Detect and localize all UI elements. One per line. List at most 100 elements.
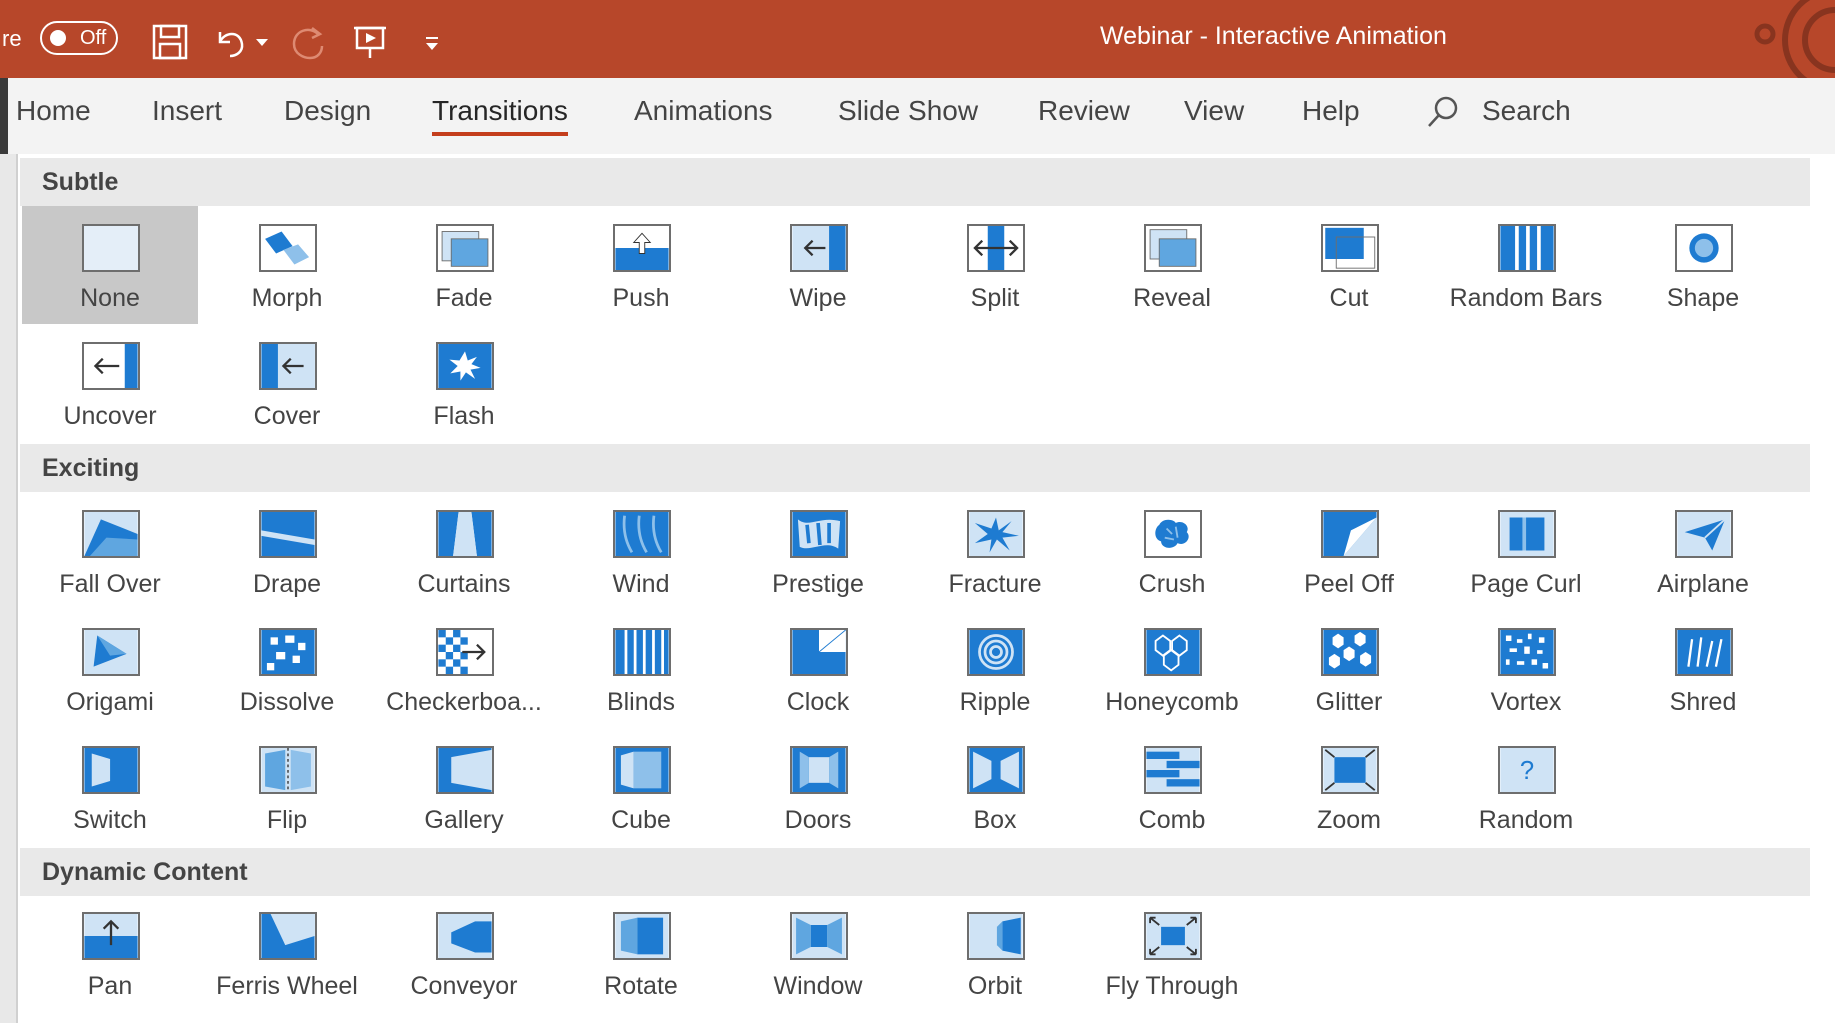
- autosave-toggle[interactable]: Off: [40, 21, 118, 55]
- vortex-icon: [1498, 628, 1556, 676]
- tab-home[interactable]: Home: [16, 78, 91, 154]
- transition-fracture[interactable]: Fracture: [907, 492, 1083, 610]
- transition-gallery[interactable]: Gallery: [376, 728, 552, 846]
- transition-conveyor[interactable]: Conveyor: [376, 894, 552, 1012]
- undo-dropdown-icon[interactable]: [252, 22, 272, 62]
- transition-fall-over[interactable]: Fall Over: [22, 492, 198, 610]
- transition-comb[interactable]: Comb: [1084, 728, 1260, 846]
- transition-switch[interactable]: Switch: [22, 728, 198, 846]
- transition-box[interactable]: Box: [907, 728, 1083, 846]
- shred-icon: [1675, 628, 1733, 676]
- cube-icon: [613, 746, 671, 794]
- transition-split[interactable]: Split: [907, 206, 1083, 324]
- wipe-icon: [790, 224, 848, 272]
- blinds-icon: [613, 628, 671, 676]
- transition-ferris-wheel[interactable]: Ferris Wheel: [199, 894, 375, 1012]
- transition-crush[interactable]: Crush: [1084, 492, 1260, 610]
- tab-insert[interactable]: Insert: [152, 78, 222, 154]
- rotate-icon: [613, 912, 671, 960]
- transition-blinds[interactable]: Blinds: [553, 610, 729, 728]
- tab-design[interactable]: Design: [284, 78, 371, 154]
- transition-page-curl[interactable]: Page Curl: [1438, 492, 1614, 610]
- transition-vortex[interactable]: Vortex: [1438, 610, 1614, 728]
- title-bar-decoration: [1754, 0, 1835, 78]
- transition-fade[interactable]: Fade: [376, 206, 552, 324]
- pan-icon: [82, 912, 140, 960]
- transition-none[interactable]: None: [22, 206, 198, 324]
- transition-shred[interactable]: Shred: [1615, 610, 1791, 728]
- cover-icon: [259, 342, 317, 390]
- transition-zoom[interactable]: Zoom: [1261, 728, 1437, 846]
- transition-flash[interactable]: Flash: [376, 324, 552, 442]
- origami-icon: [82, 628, 140, 676]
- undo-icon[interactable]: [210, 22, 250, 62]
- search-icon[interactable]: [1424, 92, 1460, 132]
- shape-icon: [1675, 224, 1733, 272]
- present-from-beginning-icon[interactable]: [350, 22, 390, 62]
- transition-window[interactable]: Window: [730, 894, 906, 1012]
- search-box[interactable]: Search: [1482, 78, 1571, 154]
- transition-drape[interactable]: Drape: [199, 492, 375, 610]
- save-icon[interactable]: [150, 22, 190, 62]
- transition-glitter[interactable]: Glitter: [1261, 610, 1437, 728]
- transition-random[interactable]: ? Random: [1438, 728, 1614, 846]
- glitter-icon: [1321, 628, 1379, 676]
- transition-reveal[interactable]: Reveal: [1084, 206, 1260, 324]
- push-icon: [613, 224, 671, 272]
- transition-rotate[interactable]: Rotate: [553, 894, 729, 1012]
- cut-icon: [1321, 224, 1379, 272]
- transition-cube[interactable]: Cube: [553, 728, 729, 846]
- toggle-knob: [50, 30, 66, 46]
- redo-icon[interactable]: [288, 22, 328, 62]
- transition-cover[interactable]: Cover: [199, 324, 375, 442]
- transition-fly-through[interactable]: Fly Through: [1084, 894, 1260, 1012]
- transition-honeycomb[interactable]: Honeycomb: [1084, 610, 1260, 728]
- transition-origami[interactable]: Origami: [22, 610, 198, 728]
- prestige-icon: [790, 510, 848, 558]
- doors-icon: [790, 746, 848, 794]
- transition-morph[interactable]: Morph: [199, 206, 375, 324]
- crush-icon: [1144, 510, 1202, 558]
- section-header-dynamic-content: Dynamic Content: [20, 848, 1810, 896]
- window-title: Webinar - Interactive Animation: [1100, 22, 1447, 50]
- transition-prestige[interactable]: Prestige: [730, 492, 906, 610]
- reveal-icon: [1144, 224, 1202, 272]
- transition-curtains[interactable]: Curtains: [376, 492, 552, 610]
- transition-random-bars[interactable]: Random Bars: [1438, 206, 1614, 324]
- transition-clock[interactable]: Clock: [730, 610, 906, 728]
- tab-review[interactable]: Review: [1038, 78, 1130, 154]
- transition-doors[interactable]: Doors: [730, 728, 906, 846]
- transition-dissolve[interactable]: Dissolve: [199, 610, 375, 728]
- tab-view[interactable]: View: [1184, 78, 1244, 154]
- transition-uncover[interactable]: Uncover: [22, 324, 198, 442]
- tab-slide-show[interactable]: Slide Show: [838, 78, 978, 154]
- customize-qat-icon[interactable]: [420, 22, 444, 62]
- split-icon: [967, 224, 1025, 272]
- transition-peel-off[interactable]: Peel Off: [1261, 492, 1437, 610]
- transition-wipe[interactable]: Wipe: [730, 206, 906, 324]
- tab-help[interactable]: Help: [1302, 78, 1360, 154]
- transition-wind[interactable]: Wind: [553, 492, 729, 610]
- transition-push[interactable]: Push: [553, 206, 729, 324]
- transition-airplane[interactable]: Airplane: [1615, 492, 1791, 610]
- drape-icon: [259, 510, 317, 558]
- svg-text:?: ?: [1520, 757, 1534, 785]
- transition-pan[interactable]: Pan: [22, 894, 198, 1012]
- transition-shape[interactable]: Shape: [1615, 206, 1791, 324]
- clock-icon: [790, 628, 848, 676]
- uncover-icon: [82, 342, 140, 390]
- fly-through-icon: [1144, 912, 1202, 960]
- fade-icon: [436, 224, 494, 272]
- fracture-icon: [967, 510, 1025, 558]
- autosave-label-fragment: re: [2, 26, 22, 51]
- airplane-icon: [1675, 510, 1733, 558]
- autosave-state: Off: [80, 26, 107, 49]
- transition-checkerboard[interactable]: Checkerboa...: [376, 610, 552, 728]
- transition-cut[interactable]: Cut: [1261, 206, 1437, 324]
- tab-animations[interactable]: Animations: [634, 78, 773, 154]
- ferris-wheel-icon: [259, 912, 317, 960]
- transition-flip[interactable]: Flip: [199, 728, 375, 846]
- tab-transitions[interactable]: Transitions: [432, 78, 568, 154]
- transition-orbit[interactable]: Orbit: [907, 894, 1083, 1012]
- transition-ripple[interactable]: Ripple: [907, 610, 1083, 728]
